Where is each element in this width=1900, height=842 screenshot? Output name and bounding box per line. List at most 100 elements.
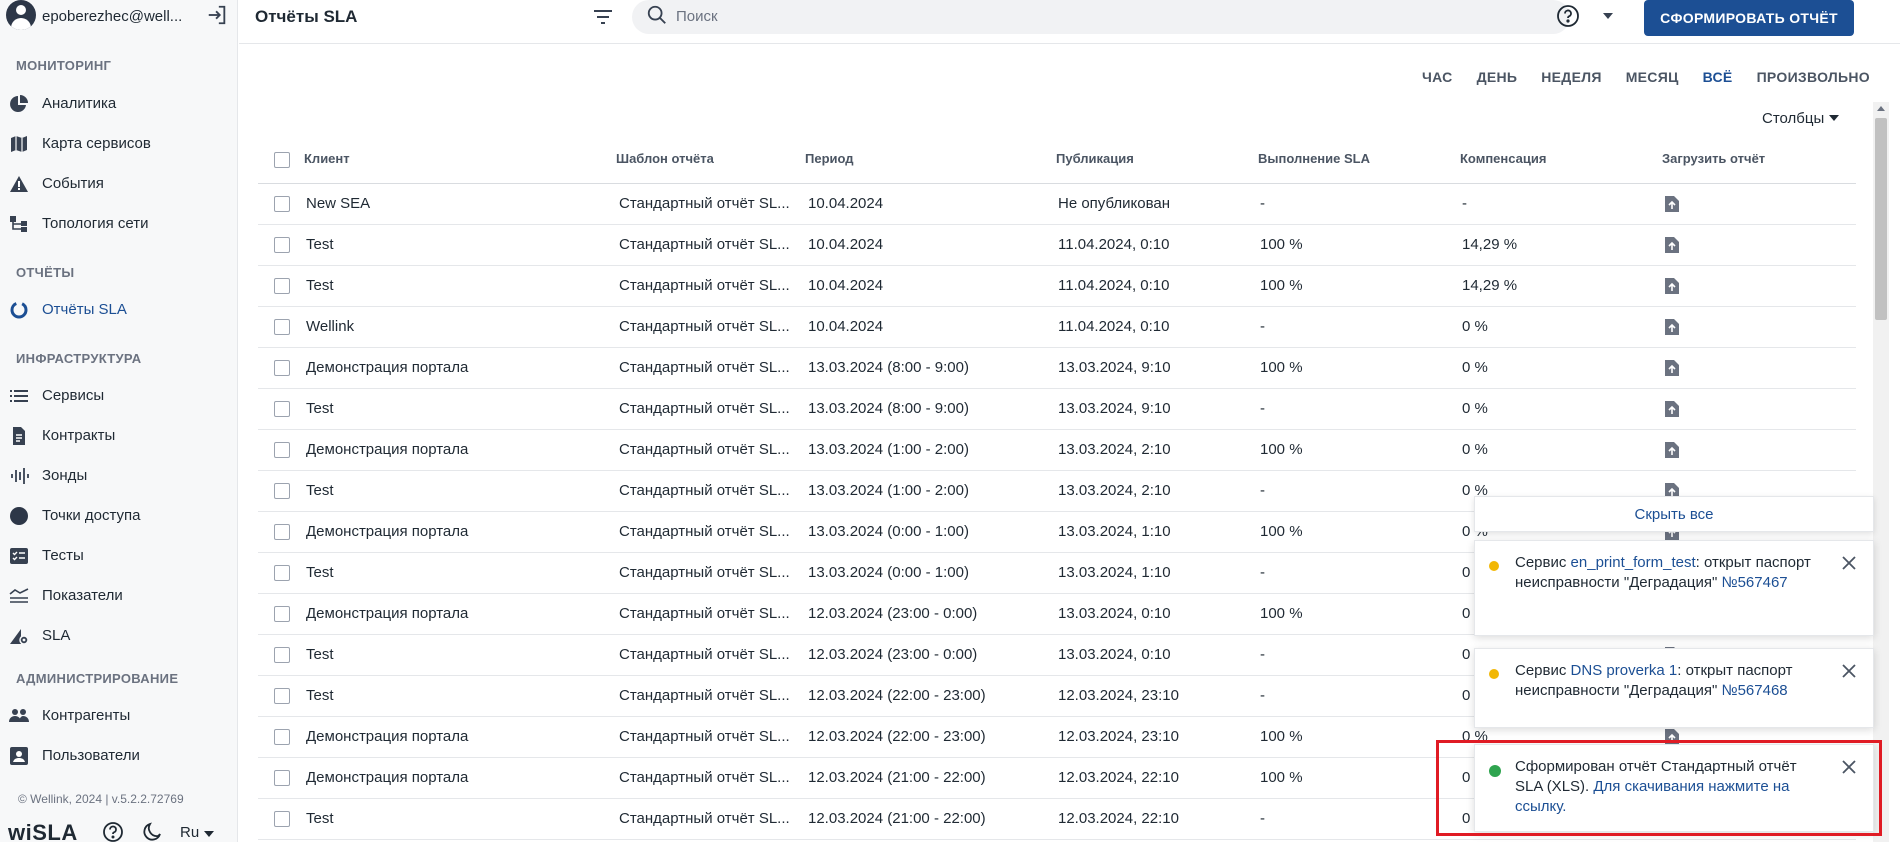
row-checkbox[interactable] (274, 442, 290, 458)
chevron-down-icon[interactable] (1829, 115, 1839, 121)
notification-text: Сервис DNS proverka 1: открыт паспорт не… (1515, 662, 1793, 699)
row-checkbox[interactable] (274, 565, 290, 581)
ticket-link[interactable]: №567468 (1721, 682, 1787, 699)
row-checkbox[interactable] (274, 196, 290, 212)
cell-template: Стандартный отчёт SL... (619, 482, 790, 499)
sidebar-item-events[interactable]: События (0, 166, 237, 200)
table-row[interactable]: Демонстрация портала Стандартный отчёт SL… (258, 430, 1856, 471)
row-checkbox[interactable] (274, 524, 290, 540)
cell-publication: 12.03.2024, 23:10 (1058, 728, 1179, 745)
select-all-checkbox[interactable] (274, 152, 290, 168)
chevron-down-icon[interactable] (1603, 13, 1613, 19)
sidebar-item-sla-reports[interactable]: Отчёты SLA (0, 292, 237, 326)
download-file-icon[interactable] (1664, 359, 1680, 377)
download-file-icon[interactable] (1664, 318, 1680, 336)
row-checkbox[interactable] (274, 360, 290, 376)
download-file-icon[interactable] (1664, 195, 1680, 213)
close-icon[interactable] (1841, 555, 1857, 571)
row-checkbox[interactable] (274, 278, 290, 294)
search-bar[interactable] (632, 0, 1570, 34)
column-download[interactable]: Загрузить отчёт (1662, 151, 1765, 166)
sidebar-item-sla[interactable]: SLA (0, 618, 237, 652)
row-checkbox[interactable] (274, 319, 290, 335)
help-circle-icon[interactable] (102, 821, 124, 842)
row-checkbox[interactable] (274, 483, 290, 499)
user-profile[interactable]: epoberezhec@well... (0, 0, 238, 32)
cell-period: 12.03.2024 (21:00 - 22:00) (808, 769, 986, 786)
logout-icon[interactable] (206, 4, 228, 26)
sidebar-item-probes[interactable]: Зонды (0, 458, 237, 492)
sidebar-item-tests[interactable]: Тесты (0, 538, 237, 572)
sidebar-item-topology[interactable]: Топология сети (0, 206, 237, 240)
period-tabs: ЧАС ДЕНЬ НЕДЕЛЯ МЕСЯЦ ВСЁ ПРОИЗВОЛЬНО (1422, 69, 1870, 87)
download-file-icon[interactable] (1664, 400, 1680, 418)
chevron-down-icon[interactable] (204, 831, 214, 837)
column-client[interactable]: Клиент (304, 151, 350, 166)
service-link[interactable]: DNS proverka 1 (1571, 662, 1678, 679)
user-email[interactable]: epoberezhec@well... (42, 8, 182, 25)
row-checkbox[interactable] (274, 729, 290, 745)
row-checkbox[interactable] (274, 647, 290, 663)
row-checkbox[interactable] (274, 811, 290, 827)
row-checkbox[interactable] (274, 770, 290, 786)
column-template[interactable]: Шаблон отчёта (616, 151, 714, 166)
tab-all[interactable]: ВСЁ (1703, 69, 1733, 87)
sidebar-item-counterparties[interactable]: Контрагенты (0, 698, 237, 732)
table-row[interactable]: Демонстрация портала Стандартный отчёт SL… (258, 348, 1856, 389)
cell-publication: 12.03.2024, 22:10 (1058, 810, 1179, 827)
sidebar-item-contracts[interactable]: Контракты (0, 418, 237, 452)
cell-template: Стандартный отчёт SL... (619, 359, 790, 376)
row-checkbox[interactable] (274, 401, 290, 417)
cell-client: Test (306, 646, 334, 663)
create-report-button[interactable]: СФОРМИРОВАТЬ ОТЧЁТ (1644, 0, 1854, 36)
close-icon[interactable] (1841, 663, 1857, 679)
sidebar-item-analytics[interactable]: Аналитика (0, 86, 237, 120)
table-row[interactable]: Test Стандартный отчёт SL... 10.04.2024 11.… (258, 225, 1856, 266)
download-file-icon[interactable] (1664, 277, 1680, 295)
columns-dropdown[interactable]: Столбцы (1762, 110, 1824, 127)
cell-template: Стандартный отчёт SL... (619, 728, 790, 745)
tab-month[interactable]: МЕСЯЦ (1626, 69, 1679, 87)
column-period[interactable]: Период (805, 151, 854, 166)
row-checkbox[interactable] (274, 606, 290, 622)
column-publication[interactable]: Публикация (1056, 151, 1134, 166)
sidebar-item-service-map[interactable]: Карта сервисов (0, 126, 237, 160)
row-checkbox[interactable] (274, 688, 290, 704)
filter-icon[interactable] (591, 5, 615, 29)
cell-client: Демонстрация портала (306, 605, 469, 622)
sidebar-item-metrics[interactable]: Показатели (0, 578, 237, 612)
table-row[interactable]: Wellink Стандартный отчёт SL... 10.04.2024… (258, 307, 1856, 348)
scroll-up-arrow-icon[interactable] (1877, 106, 1885, 111)
scrollbar-thumb[interactable] (1875, 118, 1887, 320)
search-input[interactable] (676, 0, 1276, 32)
language-select[interactable]: Ru (180, 824, 199, 841)
cell-client: Wellink (306, 318, 355, 335)
moon-icon[interactable] (142, 821, 164, 842)
sidebar-item-users[interactable]: Пользователи (0, 738, 237, 772)
hide-all-link[interactable]: Скрыть все (1634, 506, 1713, 523)
column-compensation[interactable]: Компенсация (1460, 151, 1546, 166)
cell-period: 12.03.2024 (22:00 - 23:00) (808, 687, 986, 704)
cell-publication: 13.03.2024, 2:10 (1058, 441, 1171, 458)
download-file-icon[interactable] (1664, 441, 1680, 459)
service-link[interactable]: en_print_form_test (1571, 554, 1696, 571)
cell-period: 12.03.2024 (21:00 - 22:00) (808, 810, 986, 827)
column-sla-fulfillment[interactable]: Выполнение SLA (1258, 151, 1370, 166)
table-row[interactable]: Test Стандартный отчёт SL... 10.04.2024 11.… (258, 266, 1856, 307)
report-donut-icon (10, 301, 28, 319)
row-checkbox[interactable] (274, 237, 290, 253)
sidebar-item-services[interactable]: Сервисы (0, 378, 237, 412)
sidebar-item-label: События (42, 175, 104, 192)
version-info: © Wellink, 2024 | v.5.2.2.72769 (18, 792, 184, 806)
table-row[interactable]: Test Стандартный отчёт SL... 13.03.2024 (8… (258, 389, 1856, 430)
download-file-icon[interactable] (1664, 236, 1680, 254)
ticket-link[interactable]: №567467 (1721, 574, 1787, 591)
tab-hour[interactable]: ЧАС (1422, 69, 1453, 87)
table-row[interactable]: New SEA Стандартный отчёт SL... 10.04.2024… (258, 184, 1856, 225)
help-icon[interactable] (1556, 4, 1580, 28)
sidebar-item-access-points[interactable]: Точки доступа (0, 498, 237, 532)
avatar[interactable] (6, 0, 36, 30)
tab-week[interactable]: НЕДЕЛЯ (1541, 69, 1601, 87)
tab-day[interactable]: ДЕНЬ (1477, 69, 1518, 87)
tab-custom[interactable]: ПРОИЗВОЛЬНО (1757, 69, 1870, 87)
